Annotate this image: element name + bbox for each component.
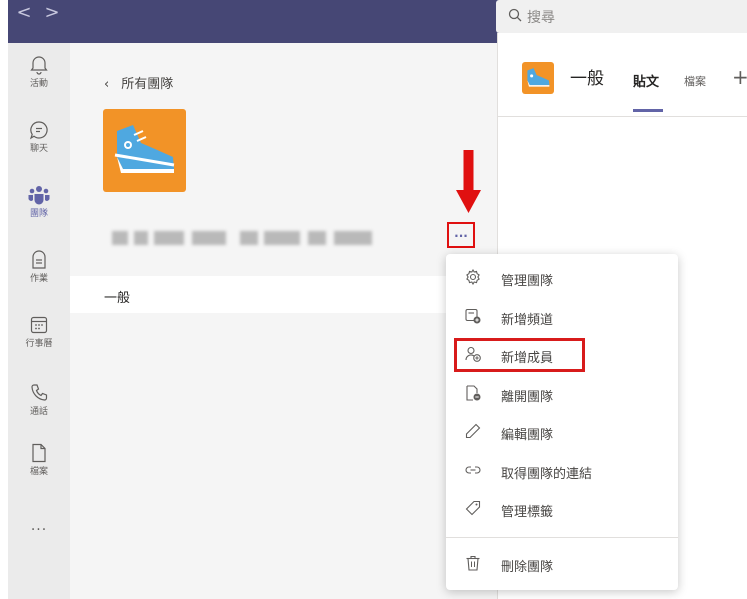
more-apps-button[interactable]: ... (8, 518, 70, 534)
channel-team-avatar (522, 62, 554, 94)
add-channel-icon (465, 308, 481, 324)
menu-label: 離開團隊 (501, 390, 554, 405)
menu-label: 管理團隊 (501, 274, 554, 289)
all-teams-label: 所有團隊 (121, 77, 174, 92)
team-name-redacted (112, 231, 372, 245)
menu-label: 刪除團隊 (501, 560, 554, 575)
search-icon (508, 8, 522, 22)
rail-label-calls: 通話 (29, 407, 48, 417)
rail-item-teams[interactable]: 團隊 (8, 185, 70, 235)
pencil-icon (465, 423, 481, 439)
menu-item-manage-team[interactable]: 管理團隊 (446, 259, 678, 297)
tag-icon (465, 500, 481, 516)
rail-label-activity: 活動 (29, 79, 48, 89)
team-avatar (103, 109, 186, 192)
rail-label-chat: 聊天 (29, 144, 48, 154)
annotation-highlight-box (454, 338, 585, 372)
rail-item-calls[interactable]: 通話 (8, 383, 70, 433)
rail-label-teams: 團隊 (29, 209, 48, 219)
annotation-arrow-icon (456, 150, 481, 213)
leave-team-icon (466, 385, 481, 401)
menu-item-delete-team[interactable]: 刪除團隊 (446, 545, 678, 583)
search-bar[interactable]: 搜尋 (496, 0, 747, 33)
phone-icon (31, 384, 48, 401)
active-tab-indicator (633, 109, 663, 112)
channel-label: 一般 (104, 291, 131, 306)
file-icon (32, 443, 46, 463)
team-more-options-button[interactable]: ... (447, 222, 475, 248)
add-tab-button[interactable]: + (732, 65, 747, 89)
rail-item-files[interactable]: 檔案 (8, 443, 70, 493)
menu-label: 編輯團隊 (501, 428, 554, 443)
teams-icon (28, 186, 50, 205)
rail-item-calendar[interactable]: 行事曆 (8, 315, 70, 365)
menu-divider (446, 537, 678, 538)
bell-icon (30, 56, 48, 75)
tab-posts[interactable]: 貼文 (633, 71, 659, 90)
channel-item-general[interactable]: 一般 (70, 276, 497, 313)
forward-arrow-button[interactable]: > (42, 4, 62, 24)
sneaker-icon (527, 68, 550, 87)
gear-icon (466, 269, 480, 285)
search-placeholder: 搜尋 (527, 10, 555, 26)
chat-icon (29, 121, 48, 140)
channel-title: 一般 (570, 69, 604, 89)
header-divider (498, 116, 747, 117)
menu-item-add-channel[interactable]: 新增頻道 (446, 298, 678, 336)
menu-label: 新增頻道 (501, 313, 554, 328)
app-rail: 活動 聊天 團隊 作業 行事曆 通話 檔案 ... (8, 43, 70, 599)
rail-label-calendar: 行事曆 (25, 339, 53, 349)
menu-label: 取得團隊的連結 (501, 467, 593, 482)
back-arrow-button[interactable]: < (14, 4, 34, 24)
menu-label: 管理標籤 (501, 505, 554, 520)
rail-label-files: 檔案 (29, 467, 48, 477)
rail-item-chat[interactable]: 聊天 (8, 120, 70, 170)
team-context-menu: 管理團隊 新增頻道 新增成員 離開團隊 編輯團隊 取得團隊的連結 管理標籤 刪除… (446, 254, 678, 590)
trash-icon (466, 555, 480, 571)
rail-label-assignments: 作業 (29, 274, 48, 284)
link-icon (465, 466, 481, 474)
team-panel: ‹ 所有團隊 ... 一般 (70, 43, 497, 599)
assignments-icon (32, 250, 46, 269)
sneaker-icon (114, 125, 175, 173)
menu-item-edit-team[interactable]: 編輯團隊 (446, 413, 678, 451)
chevron-left-icon: ‹ (104, 77, 110, 92)
rail-item-assignments[interactable]: 作業 (8, 250, 70, 300)
all-teams-link[interactable]: ‹ 所有團隊 (104, 73, 173, 92)
calendar-icon (30, 316, 48, 334)
rail-item-activity[interactable]: 活動 (8, 55, 70, 105)
menu-item-manage-tags[interactable]: 管理標籤 (446, 490, 678, 528)
tab-files[interactable]: 檔案 (684, 73, 706, 89)
menu-item-leave-team[interactable]: 離開團隊 (446, 375, 678, 413)
menu-item-get-team-link[interactable]: 取得團隊的連結 (446, 452, 678, 490)
